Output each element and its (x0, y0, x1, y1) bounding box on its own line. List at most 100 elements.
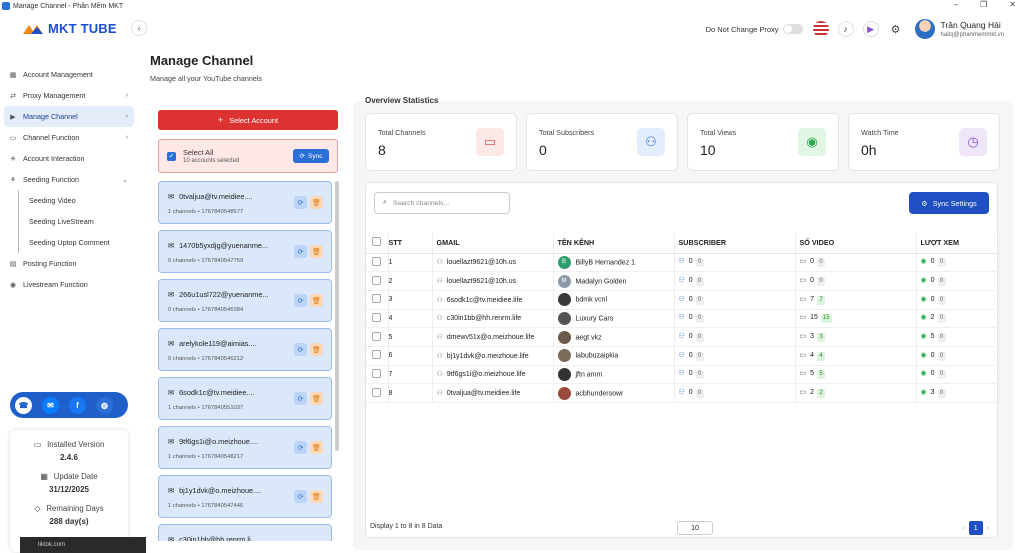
account-card[interactable]: ✉ 9tf6gs1i@o.meizhoue.... 1 channels • 176… (158, 426, 332, 469)
user-profile[interactable]: Trần Quang Hải haitq@phanmemmkt.vn (914, 19, 1004, 39)
sync-button[interactable]: ⟳ Sync (293, 149, 329, 163)
refresh-icon[interactable]: ⟳ (294, 343, 307, 356)
row-checkbox[interactable] (372, 368, 382, 378)
select-account-button[interactable]: + Select Account (158, 110, 338, 130)
channel-name[interactable]: Luxury Cars (576, 315, 614, 322)
minimize-button[interactable]: – (954, 0, 958, 9)
channel-name[interactable]: aegt vkz (576, 334, 602, 341)
messenger-icon[interactable]: ✉ (42, 396, 59, 414)
column-header[interactable]: TÊN KÊNH (553, 233, 675, 254)
restore-button[interactable]: ❐ (980, 0, 987, 9)
sidebar-item-manage-channel[interactable]: ▶ Manage Channel › (4, 106, 134, 127)
collapse-sidebar-button[interactable]: ‹ (131, 20, 147, 36)
channel-name[interactable]: jftn amm (576, 371, 603, 378)
table-row[interactable]: 3 ⚇ 6sodk1c@tv.meidiee.life bdmk vcnl ⚇ 0 0 ▭ 7 7… (366, 290, 1000, 310)
account-card[interactable]: ✉ arelykole119@aimias.... 0 channels • 176… (158, 328, 332, 371)
search-input[interactable]: ⌕ Search channels... (374, 192, 510, 214)
taskbar-item[interactable]: tiktok.com (20, 537, 146, 553)
sidebar-item-seeding-function[interactable]: ⚘ Seeding Function ⌄ (4, 169, 134, 190)
trash-icon[interactable]: 🗑 (310, 245, 323, 258)
sidebar-item-label: Account Interaction (23, 154, 85, 163)
row-checkbox[interactable] (372, 312, 382, 322)
sidebar-item-channel-function[interactable]: ▭ Channel Function › (4, 127, 134, 148)
proxy-toggle[interactable] (782, 24, 803, 34)
eye-icon: ◉ (920, 258, 927, 266)
trash-icon[interactable]: 🗑 (310, 196, 323, 209)
sidebar-subitem[interactable]: Seeding Video (29, 190, 134, 211)
account-card[interactable]: ✉ 6sodk1c@tv.meidiee.... 1 channels • 1767… (158, 377, 332, 420)
trash-icon[interactable]: 🗑 (310, 441, 323, 454)
select-all-checkbox[interactable]: ✓ (167, 152, 176, 161)
refresh-icon[interactable]: ⟳ (294, 490, 307, 503)
subscriber-badge: 0 (695, 277, 704, 287)
table-row[interactable]: 1 ⚇ louellazt9621@10h.us B BillyB Hernandez … (366, 253, 1000, 273)
globe-icon[interactable]: ◍ (96, 396, 113, 414)
sidebar-subitem[interactable]: Seeding LiveStream (29, 211, 134, 232)
stat-value: 0h (861, 142, 877, 158)
row-checkbox-cell (366, 253, 389, 273)
next-page-button[interactable]: › (987, 525, 989, 532)
account-card[interactable]: ✉ 1470b5yxdjg@yuenanme... 0 channels • 176… (158, 230, 332, 273)
prev-page-button[interactable]: ‹ (962, 525, 964, 532)
table-row[interactable]: 5 ⚇ dmewv51x@o.meizhoue.life aegt vkz ⚇ 0 0 ▭ 3 3… (366, 327, 1000, 347)
row-stt: 1 (388, 253, 433, 273)
column-header[interactable]: LƯỢT XEM (916, 233, 1000, 254)
sidebar-item-account-interaction[interactable]: ✳ Account Interaction (4, 148, 134, 169)
current-page-button[interactable]: 1 (968, 521, 983, 535)
sidebar-item-posting-function[interactable]: ▤ Posting Function (4, 253, 134, 274)
row-checkbox[interactable] (372, 331, 382, 341)
subscriber-badge: 0 (695, 389, 704, 399)
refresh-icon[interactable]: ⟳ (294, 441, 307, 454)
play-icon[interactable]: ▶ (862, 21, 879, 37)
sidebar-item-proxy-management[interactable]: ⇄ Proxy Management › (4, 85, 134, 106)
us-flag-icon[interactable] (812, 21, 829, 37)
trash-icon[interactable]: 🗑 (310, 294, 323, 307)
account-list-scrollbar[interactable] (335, 181, 339, 451)
channel-name[interactable]: acbhundersowr (576, 390, 624, 397)
row-checkbox[interactable] (372, 294, 382, 304)
row-checkbox[interactable] (372, 256, 382, 266)
sidebar-item-livestream-function[interactable]: ◉ Livestream Function (4, 274, 134, 295)
channel-name[interactable]: Madalyn Golden (576, 278, 627, 285)
account-card[interactable]: ✉ 0tvaljua@tv.meidiee.... 1 channels • 176… (158, 181, 332, 224)
trash-icon[interactable]: 🗑 (310, 490, 323, 503)
refresh-icon[interactable]: ⟳ (294, 294, 307, 307)
gear-icon[interactable]: ⚙ (888, 21, 904, 37)
channel-name[interactable]: BillyB Hernandez 1 (576, 259, 636, 266)
row-checkbox[interactable] (372, 275, 382, 285)
support-icon[interactable]: ☎ (15, 396, 32, 414)
bell-icon[interactable]: ♪ (837, 21, 854, 37)
column-header[interactable]: GMAIL (432, 233, 554, 254)
column-header[interactable]: STT (388, 233, 433, 254)
trash-icon[interactable]: 🗑 (310, 392, 323, 405)
table-row[interactable]: 6 ⚇ bj1y1dvk@o.meizhoue.life labubuzaipkia ⚇… (366, 346, 1000, 366)
table-row[interactable]: 2 ⚇ louellazt9621@10h.us M Madalyn Golden ⚇ 0 0… (366, 271, 1000, 291)
video-icon: ▭ (799, 370, 807, 378)
trash-icon[interactable]: 🗑 (310, 343, 323, 356)
page-size-select[interactable]: 10 (677, 521, 713, 535)
account-card[interactable]: ✉ 266u1usl722@yuenanme... 0 channels • 176… (158, 279, 332, 322)
sidebar-subitem[interactable]: Seeding Uptop Comment (29, 232, 134, 253)
row-name-cell: bdmk vcnl (553, 290, 675, 310)
column-header[interactable]: SỐ VIDEO (795, 233, 917, 254)
refresh-icon[interactable]: ⟳ (294, 245, 307, 258)
table-row[interactable]: 7 ⚇ 9tf6gs1i@o.meizhoue.life jftn amm ⚇ 0 0 ▭ 5 5… (366, 365, 1000, 385)
channel-name[interactable]: labubuzaipkia (576, 353, 619, 360)
sync-settings-button[interactable]: ⚙ Sync Settings (909, 192, 989, 214)
table-row[interactable]: 4 ⚇ c30in1bb@hh.renrm.life Luxury Cars ⚇ 0 0 ▭ 1… (366, 309, 1000, 329)
sidebar-item-account-management[interactable]: ▦ Account Management (4, 64, 134, 85)
stat-card: Total Views 10 ◉ (687, 113, 839, 171)
row-checkbox[interactable] (372, 350, 382, 360)
account-channel-count: 0 channels (168, 307, 197, 313)
column-header[interactable]: SUBSCRIBER (674, 233, 796, 254)
header-checkbox[interactable] (372, 237, 382, 247)
close-button[interactable]: ✕ (1009, 0, 1016, 9)
table-row[interactable]: 8 ⚇ 0tvaljua@tv.meidiee.life acbhundersowr ⚇… (366, 383, 1000, 403)
row-checkbox[interactable] (372, 387, 382, 397)
refresh-icon[interactable]: ⟳ (294, 392, 307, 405)
account-card[interactable]: ✉ c30in1bb@hh.renrm.li... (158, 524, 332, 541)
facebook-icon[interactable]: f (69, 396, 86, 414)
account-card[interactable]: ✉ bj1y1dvk@o.meizhoue.... 1 channels • 176… (158, 475, 332, 518)
refresh-icon[interactable]: ⟳ (294, 196, 307, 209)
channel-name[interactable]: bdmk vcnl (576, 297, 608, 304)
